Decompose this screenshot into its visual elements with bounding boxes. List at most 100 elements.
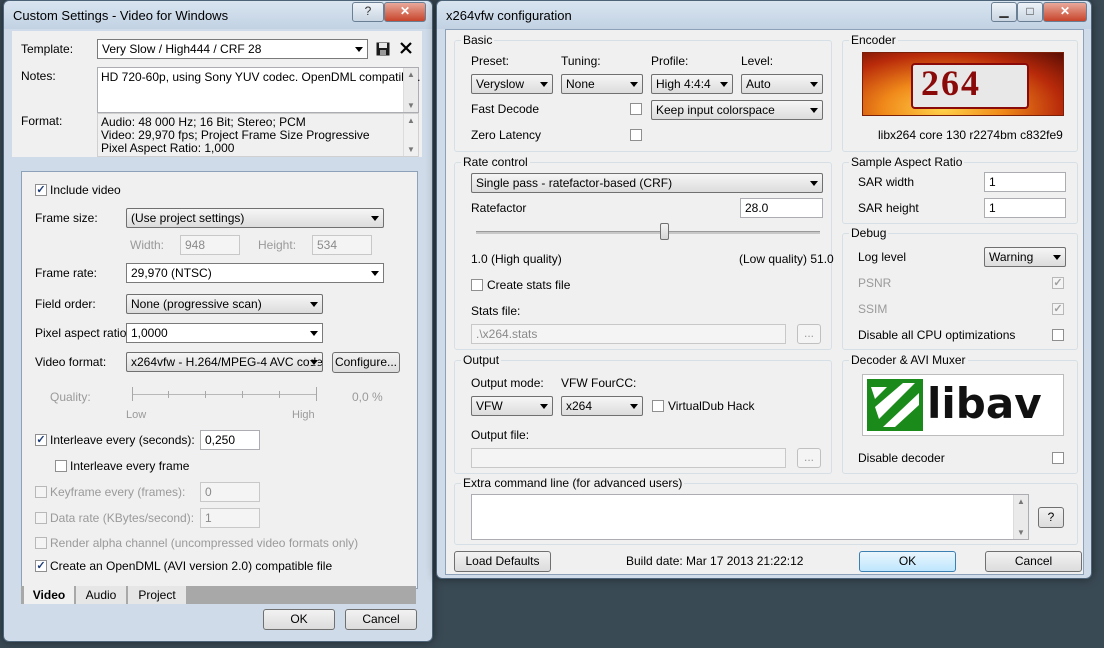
x264vfw-window: x264vfw configuration ▁ □ ✕ Basic Preset… [436,0,1092,579]
tab-project[interactable]: Project [128,586,186,604]
ok-button[interactable]: OK [263,609,335,630]
ratefactor-input[interactable]: 28.0 [740,198,823,218]
keyframe-input[interactable]: 0 [200,482,260,502]
sar-height-input[interactable]: 1 [984,198,1066,218]
close-button[interactable]: ✕ [384,2,426,22]
profile-select[interactable]: High 4:4:4 [651,74,733,94]
fast-decode-label: Fast Decode [471,102,540,116]
output-mode-select[interactable]: VFW [471,396,553,416]
ratefactor-slider-thumb[interactable] [660,223,669,240]
close-button[interactable]: ✕ [1043,2,1087,22]
log-level-value: Warning [989,250,1034,264]
tab-video[interactable]: Video [24,586,74,604]
title-bar[interactable]: Custom Settings - Video for Windows ? ✕ [4,1,432,29]
width-input[interactable]: 948 [180,235,240,255]
configure-button[interactable]: Configure... [332,352,400,373]
fourcc-label: VFW FourCC: [561,376,637,390]
libav-logo-text: libav [927,379,1042,428]
keyframe-checkbox[interactable] [35,486,47,498]
x264-logo: 264 [862,52,1064,116]
extra-scrollbar[interactable]: ▲ ▼ [1013,495,1028,539]
quality-slider[interactable] [132,384,317,404]
opendml-checkbox[interactable]: ✓ [35,560,47,572]
build-date: Build date: Mar 17 2013 21:22:12 [626,554,804,568]
disable-decoder-checkbox[interactable] [1052,452,1064,464]
notes-field[interactable]: HD 720-60p, using Sony YUV codec. OpenDM… [97,67,421,113]
height-input[interactable]: 534 [312,235,372,255]
cancel-button[interactable]: Cancel [985,551,1082,572]
fast-decode-checkbox[interactable] [630,103,642,115]
disable-cpu-label: Disable all CPU optimizations [858,328,1016,342]
disable-cpu-checkbox[interactable] [1052,329,1064,341]
help-button[interactable]: ? [1038,507,1064,528]
extra-command-input[interactable]: ▲ ▼ [471,494,1029,540]
create-stats-label: Create stats file [487,278,571,292]
template-panel: Template: Very Slow / High444 / CRF 28 N… [12,31,422,157]
interleave-input[interactable]: 0,250 [200,430,260,450]
load-defaults-button[interactable]: Load Defaults [454,551,551,572]
frame-rate-select[interactable]: 29,970 (NTSC) [126,263,384,283]
log-level-select[interactable]: Warning [984,247,1066,267]
rf-high-label: (Low quality) 51.0 [739,252,834,266]
notes-scrollbar[interactable]: ▲ ▼ [403,68,418,112]
tab-audio[interactable]: Audio [76,586,126,604]
alpha-checkbox[interactable] [35,537,47,549]
fourcc-select[interactable]: x264 [561,396,643,416]
video-format-select[interactable]: x264vfw - H.264/MPEG-4 AVC codec [126,352,323,372]
include-video-checkbox[interactable]: ✓ [35,184,47,196]
zero-latency-checkbox[interactable] [630,129,642,141]
format-line-2: Video: 29,970 fps; Project Frame Size Pr… [101,128,370,142]
vdub-hack-checkbox[interactable] [652,400,664,412]
help-button[interactable]: ? [352,2,384,22]
tuning-select[interactable]: None [561,74,643,94]
interleave-frame-checkbox[interactable] [55,460,67,472]
stats-browse-button[interactable]: ... [797,324,821,344]
sar-width-input[interactable]: 1 [984,172,1066,192]
rf-low-label: 1.0 (High quality) [471,252,562,266]
debug-group-label: Debug [849,226,889,240]
par-label: Pixel aspect ratio: [35,326,130,340]
datarate-label: Data rate (KBytes/second): [50,511,195,525]
save-icon[interactable] [376,42,390,56]
output-mode-label: Output mode: [471,376,544,390]
frame-size-select[interactable]: (Use project settings) [126,208,384,228]
ssim-checkbox[interactable]: ✓ [1052,303,1064,315]
stats-file-label: Stats file: [471,304,521,318]
field-order-select[interactable]: None (progressive scan) [126,294,323,314]
stats-file-input[interactable]: .\x264.stats [471,324,786,344]
create-stats-checkbox[interactable] [471,279,483,291]
delete-icon[interactable] [399,41,413,55]
alpha-label: Render alpha channel (uncompressed video… [50,536,359,550]
datarate-input[interactable]: 1 [200,508,260,528]
datarate-checkbox[interactable] [35,512,47,524]
ratefactor-slider[interactable] [476,223,820,241]
level-select[interactable]: Auto [741,74,823,94]
psnr-checkbox[interactable]: ✓ [1052,277,1064,289]
tuning-label: Tuning: [561,54,601,68]
template-select[interactable]: Very Slow / High444 / CRF 28 [97,39,368,59]
ok-button[interactable]: OK [859,551,956,572]
output-file-input[interactable] [471,448,786,468]
maximize-button[interactable]: □ [1017,2,1043,22]
notes-value: HD 720-60p, using Sony YUV codec. OpenDM… [101,70,421,84]
output-browse-button[interactable]: ... [797,448,821,468]
vdub-hack-label: VirtualDub Hack [668,399,755,413]
output-file-label: Output file: [471,428,530,442]
par-select[interactable]: 1,0000 [126,323,323,343]
frame-rate-value: 29,970 (NTSC) [131,266,212,280]
rate-mode-select[interactable]: Single pass - ratefactor-based (CRF) [471,173,823,193]
format-scrollbar[interactable]: ▲ ▼ [403,114,418,156]
opendml-label: Create an OpenDML (AVI version 2.0) comp… [50,559,333,573]
format-line-3: Pixel Aspect Ratio: 1,000 [101,141,235,155]
frame-rate-label: Frame rate: [35,266,98,280]
cancel-button[interactable]: Cancel [345,609,417,630]
format-line-1: Audio: 48 000 Hz; 16 Bit; Stereo; PCM [101,115,306,129]
sar-group-label: Sample Aspect Ratio [849,155,965,169]
colorspace-select[interactable]: Keep input colorspace [651,100,823,120]
title-bar[interactable]: x264vfw configuration ▁ □ ✕ [437,1,1091,29]
minimize-button[interactable]: ▁ [991,2,1017,22]
profile-value: High 4:4:4 [656,77,711,91]
preset-select[interactable]: Veryslow [471,74,553,94]
level-value: Auto [746,77,771,91]
interleave-checkbox[interactable]: ✓ [35,434,47,446]
